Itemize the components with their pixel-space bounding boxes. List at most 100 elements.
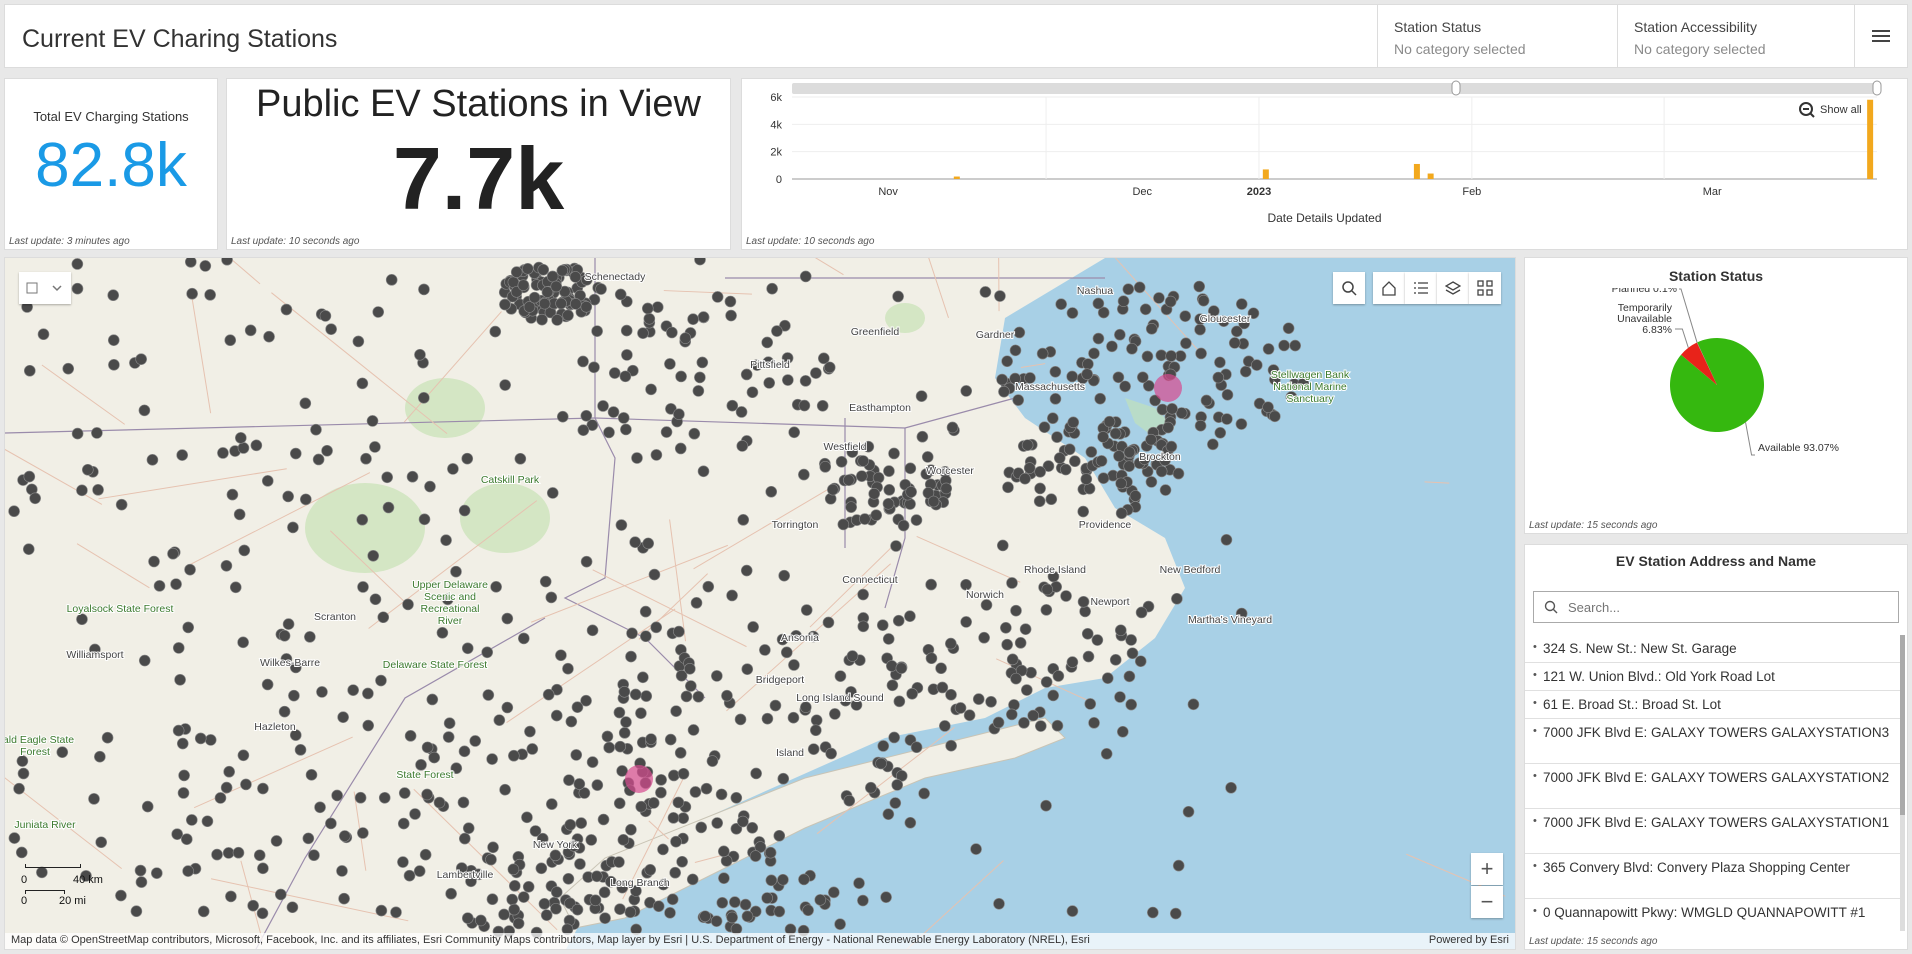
ev-station-point[interactable]: [562, 662, 574, 675]
ev-station-point[interactable]: [8, 505, 20, 518]
ev-station-point[interactable]: [289, 447, 302, 460]
ev-station-point[interactable]: [469, 735, 482, 747]
timeline-bar[interactable]: [1413, 163, 1420, 179]
ev-station-point[interactable]: [711, 670, 723, 682]
ev-station-point[interactable]: [1006, 653, 1019, 666]
ev-station-point[interactable]: [253, 849, 266, 862]
ev-station-point[interactable]: [375, 674, 387, 687]
ev-station-point[interactable]: [650, 621, 663, 634]
ev-station-point[interactable]: [550, 709, 563, 722]
ev-station-point[interactable]: [17, 767, 30, 780]
ev-station-point[interactable]: [788, 659, 800, 671]
ev-station-point[interactable]: [1051, 719, 1064, 732]
ev-station-point[interactable]: [846, 650, 859, 662]
ev-station-point[interactable]: [686, 873, 699, 886]
ev-station-point[interactable]: [537, 263, 550, 276]
layers-button[interactable]: [1437, 272, 1469, 304]
ev-station-point[interactable]: [1114, 691, 1126, 703]
ev-station-point[interactable]: [426, 693, 439, 706]
ev-station-point[interactable]: [773, 829, 786, 842]
ev-station-point[interactable]: [799, 375, 812, 387]
ev-station-point[interactable]: [925, 578, 937, 591]
ev-station-point[interactable]: [1126, 647, 1139, 660]
ev-station-point[interactable]: [310, 423, 322, 436]
ev-station-point[interactable]: [81, 463, 94, 476]
ev-station-point[interactable]: [91, 427, 103, 439]
ev-station-point[interactable]: [428, 751, 441, 764]
ev-station-point[interactable]: [684, 662, 696, 675]
ev-station-point[interactable]: [1112, 371, 1125, 384]
ev-station-point[interactable]: [1113, 450, 1125, 462]
ev-station-point[interactable]: [1169, 907, 1182, 920]
ev-station-point[interactable]: [729, 896, 741, 908]
ev-station-point[interactable]: [645, 733, 657, 745]
ev-station-point[interactable]: [1133, 281, 1146, 294]
ev-station-point[interactable]: [300, 493, 312, 506]
ev-station-point[interactable]: [1091, 634, 1104, 646]
ev-station-point[interactable]: [945, 688, 957, 701]
ev-station-point[interactable]: [1081, 368, 1093, 380]
ev-station-point[interactable]: [462, 822, 475, 834]
ev-station-point[interactable]: [685, 680, 697, 692]
ev-station-point[interactable]: [167, 547, 179, 560]
ev-station-point[interactable]: [897, 519, 910, 532]
ev-station-point[interactable]: [366, 415, 379, 427]
ev-station-point[interactable]: [625, 650, 637, 663]
ev-station-point[interactable]: [421, 788, 433, 801]
ev-station-point[interactable]: [508, 880, 521, 892]
ev-station-point[interactable]: [338, 892, 350, 905]
list-item[interactable]: 324 S. New St.: New St. Garage: [1525, 635, 1901, 663]
ev-station-point[interactable]: [670, 835, 682, 848]
ev-station-point[interactable]: [538, 297, 551, 310]
ev-station-point[interactable]: [1180, 337, 1192, 350]
ev-station-point[interactable]: [94, 750, 106, 763]
ev-station-point[interactable]: [747, 621, 759, 633]
basemap-gallery-button[interactable]: [1469, 272, 1501, 304]
ev-station-point[interactable]: [577, 355, 589, 368]
ev-station-point[interactable]: [461, 912, 474, 924]
ev-station-point[interactable]: [960, 616, 972, 628]
ev-station-point[interactable]: [1085, 446, 1098, 458]
layer-selector-button[interactable]: [19, 272, 71, 304]
ev-station-point[interactable]: [1095, 455, 1108, 467]
ev-station-point[interactable]: [996, 539, 1009, 552]
ev-station-point[interactable]: [857, 455, 869, 467]
ev-station-point[interactable]: [687, 724, 700, 736]
ev-station-point[interactable]: [403, 869, 416, 882]
ev-station-point[interactable]: [475, 914, 487, 927]
ev-station-point[interactable]: [199, 260, 212, 272]
ev-station-point[interactable]: [1289, 339, 1301, 352]
ev-station-point[interactable]: [261, 678, 274, 691]
ev-station-point[interactable]: [904, 462, 917, 475]
ev-station-point[interactable]: [857, 894, 869, 907]
list-item[interactable]: 365 Convery Blvd: Convery Plaza Shopping…: [1525, 854, 1901, 899]
ev-station-point[interactable]: [1187, 698, 1200, 711]
ev-station-point[interactable]: [1055, 298, 1067, 310]
ev-station-point[interactable]: [409, 808, 421, 820]
ev-station-point[interactable]: [1123, 446, 1136, 458]
ev-station-point[interactable]: [668, 769, 680, 782]
ev-station-point[interactable]: [1082, 650, 1095, 663]
ev-station-point[interactable]: [240, 778, 252, 791]
ev-station-point[interactable]: [312, 453, 325, 466]
ev-station-point[interactable]: [247, 899, 259, 912]
ev-station-point[interactable]: [1228, 337, 1241, 349]
ev-station-point[interactable]: [331, 789, 343, 802]
ev-station-point[interactable]: [1126, 342, 1138, 355]
ev-station-point[interactable]: [443, 717, 456, 730]
ev-station-point[interactable]: [891, 779, 904, 791]
ev-station-point[interactable]: [992, 716, 1005, 729]
ev-station-point[interactable]: [856, 470, 868, 482]
ev-station-point[interactable]: [617, 412, 630, 424]
ev-station-point[interactable]: [872, 471, 885, 484]
ev-station-point[interactable]: [1147, 906, 1159, 919]
ev-station-point[interactable]: [1134, 655, 1147, 668]
ev-station-point[interactable]: [424, 480, 436, 493]
ev-station-point[interactable]: [680, 690, 693, 703]
ev-station-point[interactable]: [282, 490, 294, 503]
ev-station-point[interactable]: [718, 845, 730, 858]
ev-station-point[interactable]: [645, 383, 657, 396]
ev-station-point[interactable]: [221, 258, 233, 266]
ev-station-point[interactable]: [1159, 484, 1172, 496]
ev-station-point[interactable]: [88, 793, 100, 805]
